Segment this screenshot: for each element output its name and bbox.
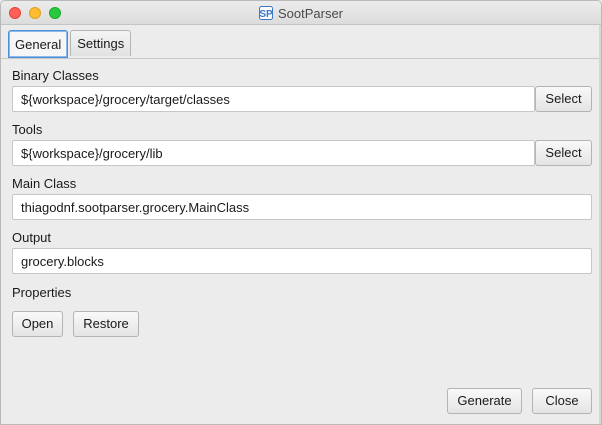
close-button[interactable]: Close xyxy=(532,388,592,414)
main-class-input[interactable] xyxy=(12,194,592,220)
output-input[interactable] xyxy=(12,248,592,274)
title-bar[interactable]: SP SootParser xyxy=(1,1,601,25)
generate-button[interactable]: Generate xyxy=(447,388,522,414)
properties-label: Properties xyxy=(12,285,72,300)
tools-select-button[interactable]: Select xyxy=(535,140,592,166)
tools-input[interactable] xyxy=(12,140,535,166)
sootparser-window: SP SootParser General Settings Binary Cl… xyxy=(0,0,602,425)
window-title-group: SP SootParser xyxy=(1,1,601,25)
binary-classes-label: Binary Classes xyxy=(12,68,99,83)
binary-classes-input[interactable] xyxy=(12,86,535,112)
properties-restore-button[interactable]: Restore xyxy=(73,311,139,337)
tab-settings[interactable]: Settings xyxy=(70,30,132,56)
tab-general[interactable]: General xyxy=(8,30,69,58)
svg-text:SP: SP xyxy=(259,9,273,20)
window-right-edge xyxy=(599,25,601,424)
properties-open-button[interactable]: Open xyxy=(12,311,63,337)
output-label: Output xyxy=(12,230,52,245)
main-class-label: Main Class xyxy=(12,176,77,191)
window-title: SootParser xyxy=(277,5,344,21)
tab-panel-divider xyxy=(1,58,601,59)
sootparser-logo-icon: SP xyxy=(258,6,273,20)
tools-label: Tools xyxy=(12,122,43,137)
tab-bar: General Settings xyxy=(8,30,133,58)
binary-classes-select-button[interactable]: Select xyxy=(535,86,592,112)
